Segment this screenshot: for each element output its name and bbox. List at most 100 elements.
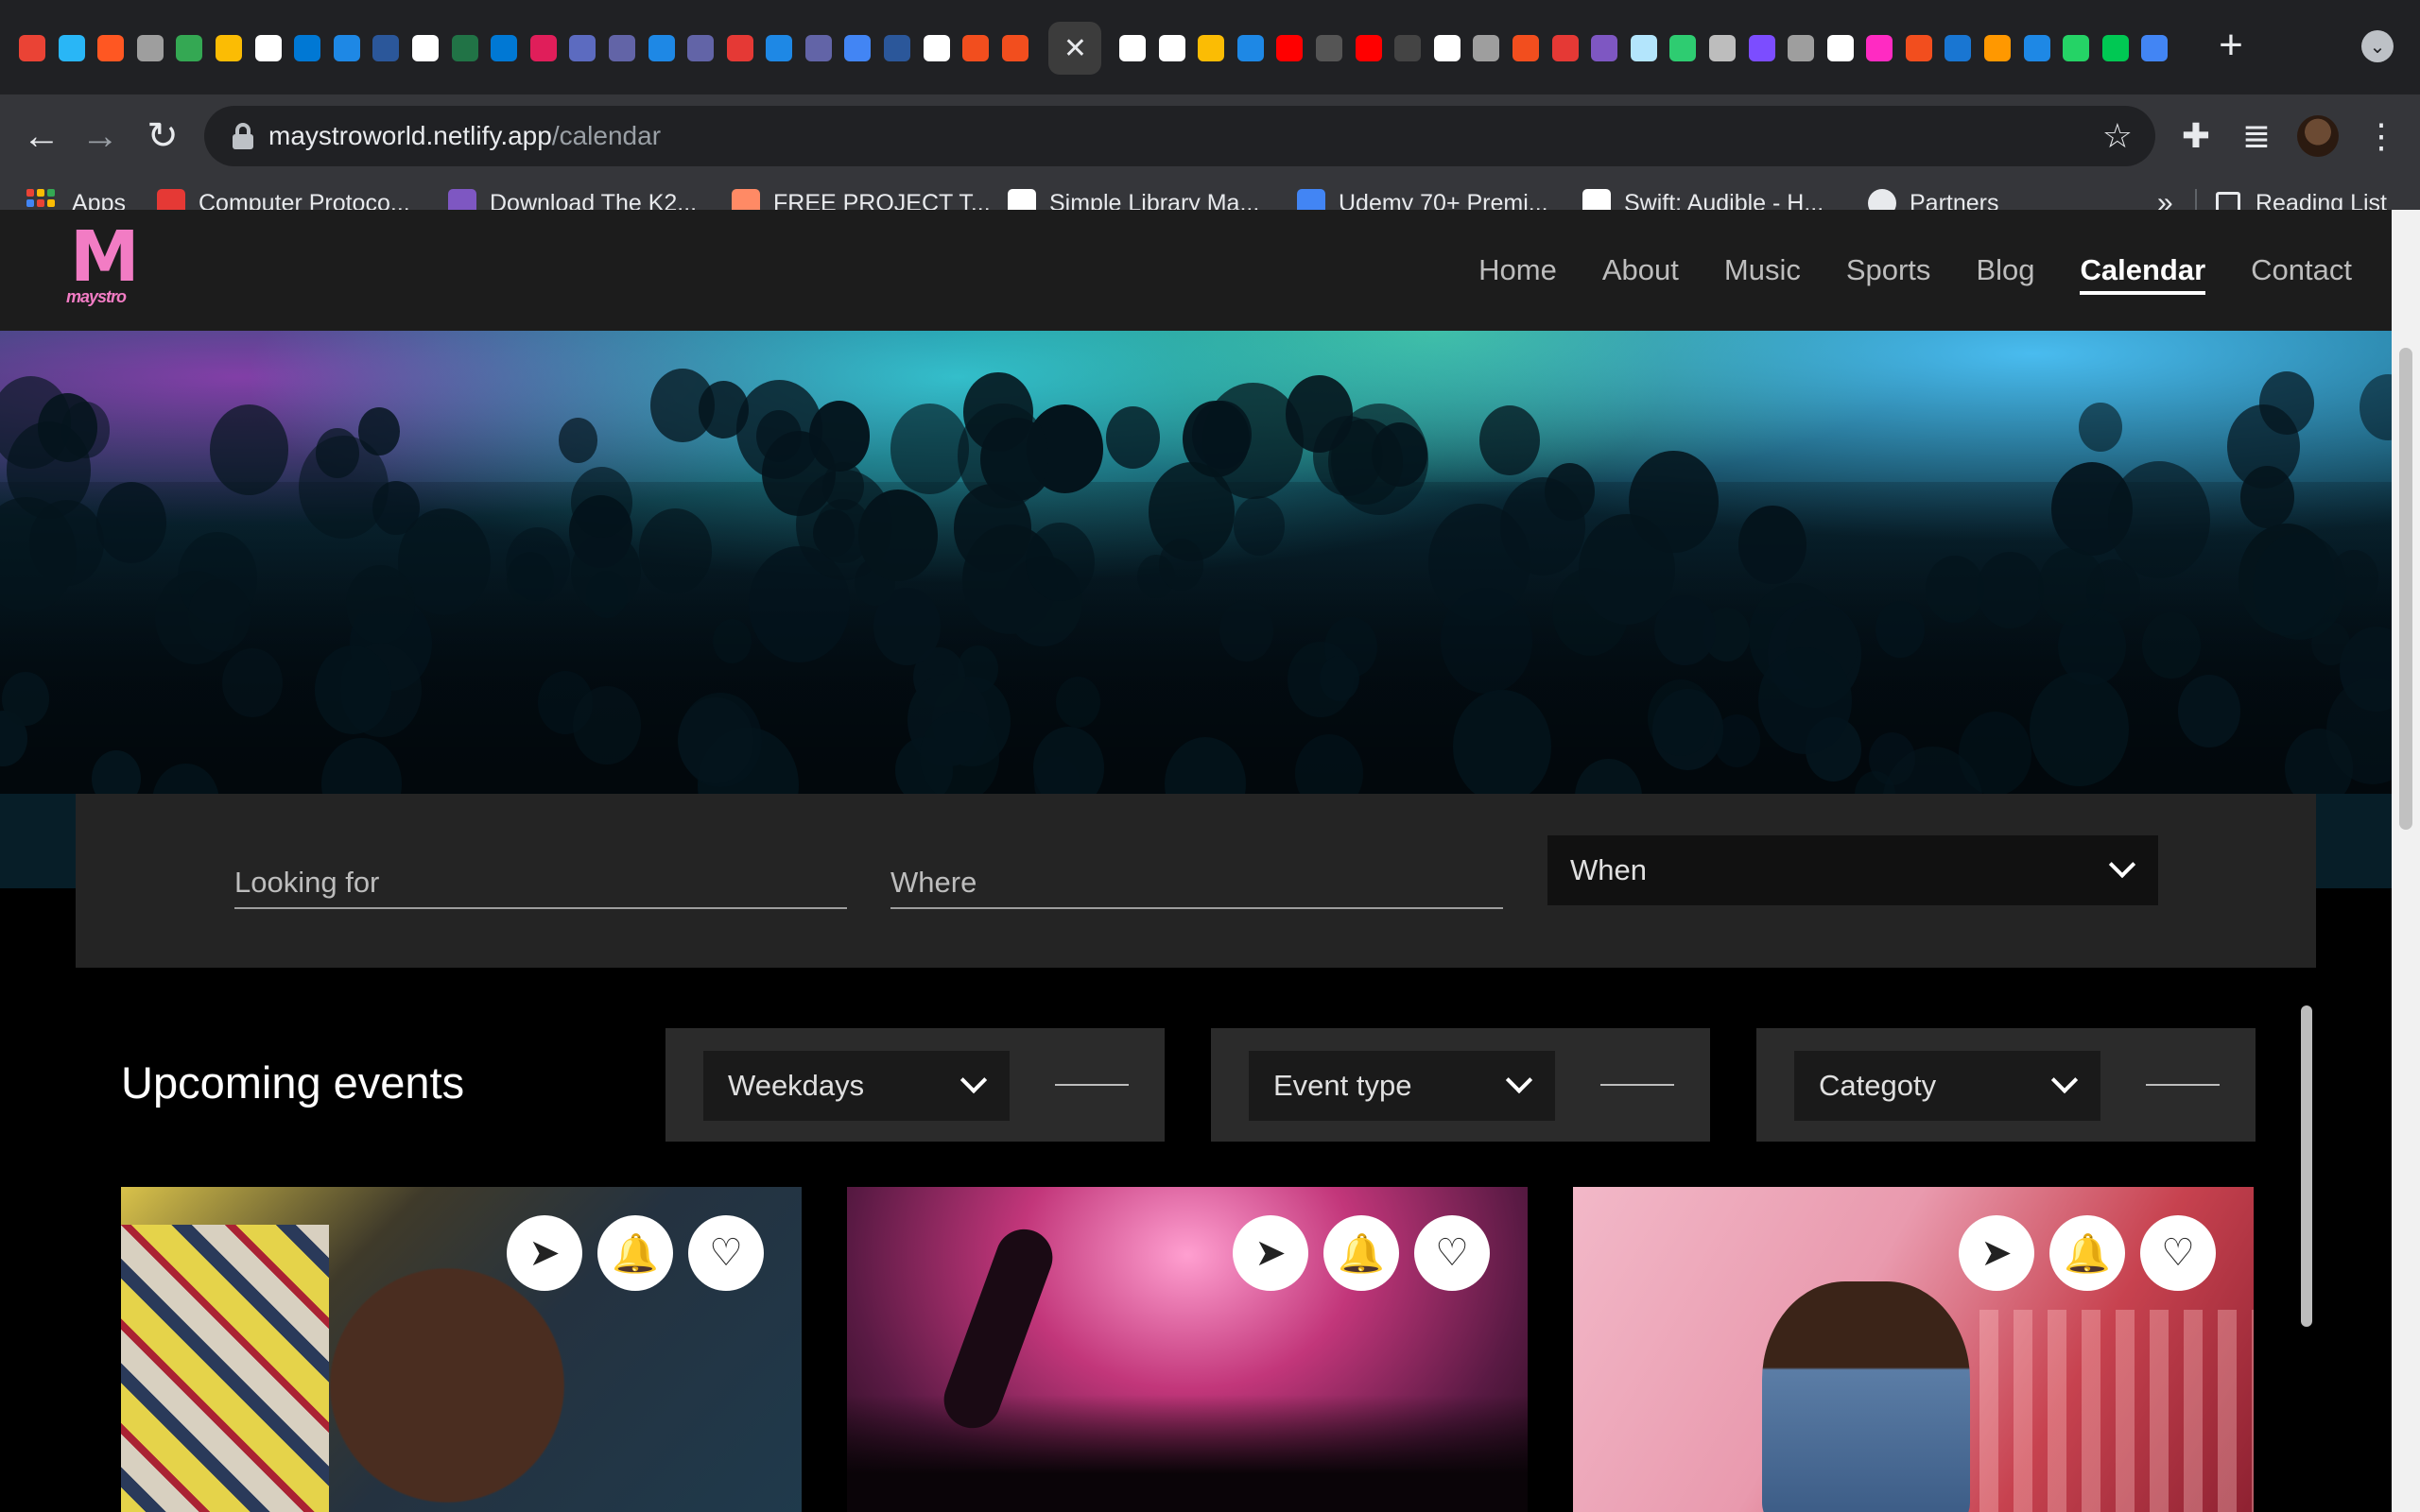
heart-icon[interactable]: ♡ xyxy=(2140,1215,2216,1291)
address-bar[interactable]: maystroworld.netlify.app/calendar ☆ xyxy=(204,106,2155,166)
tab-favicon-icon[interactable] xyxy=(2101,35,2129,61)
tab-favicon-icon[interactable] xyxy=(1119,35,1146,61)
nav-link-about[interactable]: About xyxy=(1602,253,1679,287)
looking-for-field[interactable] xyxy=(234,860,847,909)
tab-favicon-icon[interactable] xyxy=(333,35,360,61)
tab-favicon-icon[interactable] xyxy=(687,35,715,61)
tab-favicon-icon[interactable] xyxy=(569,35,596,61)
nav-link-calendar[interactable]: Calendar xyxy=(2080,253,2205,295)
url-text[interactable]: maystroworld.netlify.app/calendar xyxy=(268,106,661,166)
tab-favicon-icon[interactable] xyxy=(1158,35,1185,61)
tab-favicon-icon[interactable] xyxy=(2023,35,2050,61)
tab-favicon-icon[interactable] xyxy=(1473,35,1500,61)
tab-favicon-icon[interactable] xyxy=(1748,35,1775,61)
share-icon[interactable]: ➤ xyxy=(1959,1215,2034,1291)
tab-favicon-icon[interactable] xyxy=(58,35,85,61)
tab-favicon-icon[interactable] xyxy=(1708,35,1736,61)
inner-scrollbar[interactable] xyxy=(2301,1005,2312,1327)
event-type-select[interactable]: Event type xyxy=(1249,1051,1555,1121)
page-scrollbar[interactable] xyxy=(2392,210,2420,1512)
tab-favicon-icon[interactable] xyxy=(1905,35,1932,61)
tab-favicon-icon[interactable] xyxy=(1591,35,1618,61)
tab-favicon-icon[interactable] xyxy=(1826,35,1854,61)
tab-search-button[interactable]: ⌄ xyxy=(2361,30,2394,62)
bell-icon[interactable]: 🔔 xyxy=(1323,1215,1399,1291)
lock-icon[interactable] xyxy=(233,123,253,149)
tab-favicon-icon[interactable] xyxy=(766,35,793,61)
close-tab-icon[interactable]: ✕ xyxy=(1048,22,1102,75)
site-logo[interactable]: M maystro xyxy=(66,222,146,312)
crowd-silhouette xyxy=(314,645,392,735)
tab-favicon-icon[interactable] xyxy=(215,35,242,61)
share-icon[interactable]: ➤ xyxy=(1233,1215,1308,1291)
tab-favicon-icon[interactable] xyxy=(1551,35,1579,61)
category-select[interactable]: Categoty xyxy=(1794,1051,2100,1121)
heart-icon[interactable]: ♡ xyxy=(1414,1215,1490,1291)
tab-favicon-icon[interactable] xyxy=(136,35,164,61)
profile-avatar[interactable] xyxy=(2297,115,2339,157)
tab-favicon-icon[interactable] xyxy=(648,35,675,61)
looking-for-input[interactable] xyxy=(234,860,847,905)
back-button[interactable]: ← xyxy=(13,108,70,164)
extensions-puzzle-icon[interactable]: ✚ xyxy=(2172,106,2220,166)
tab-favicon-icon[interactable] xyxy=(2063,35,2090,61)
page-scrollbar-thumb[interactable] xyxy=(2399,348,2412,830)
tab-favicon-icon[interactable] xyxy=(1512,35,1539,61)
nav-link-sports[interactable]: Sports xyxy=(1846,253,1931,287)
tab-favicon-icon[interactable] xyxy=(1001,35,1028,61)
tab-favicon-icon[interactable] xyxy=(1433,35,1461,61)
event-card[interactable]: ➤ 🔔 ♡ xyxy=(121,1187,802,1512)
bell-icon[interactable]: 🔔 xyxy=(2049,1215,2125,1291)
tab-favicon-icon[interactable] xyxy=(1984,35,2012,61)
tab-favicon-icon[interactable] xyxy=(1866,35,1893,61)
bell-icon[interactable]: 🔔 xyxy=(597,1215,673,1291)
tab-favicon-icon[interactable] xyxy=(884,35,911,61)
tab-favicon-icon[interactable] xyxy=(1394,35,1422,61)
where-field[interactable] xyxy=(890,860,1503,909)
weekdays-select[interactable]: Weekdays xyxy=(703,1051,1010,1121)
browser-menu-icon[interactable]: ⋮ xyxy=(2358,106,2405,166)
forward-button[interactable]: → xyxy=(72,108,129,164)
tab-favicon-icon[interactable] xyxy=(254,35,282,61)
tab-favicon-icon[interactable] xyxy=(804,35,832,61)
pinned-tabs: ✕ xyxy=(19,22,1109,75)
tab-favicon-icon[interactable] xyxy=(1315,35,1342,61)
tab-favicon-icon[interactable] xyxy=(97,35,125,61)
tab-favicon-icon[interactable] xyxy=(1788,35,1815,61)
tab-favicon-icon[interactable] xyxy=(1630,35,1657,61)
tab-favicon-icon[interactable] xyxy=(1669,35,1697,61)
new-tab-button[interactable]: + xyxy=(2212,25,2250,66)
reload-button[interactable]: ↻ xyxy=(134,108,191,164)
tab-favicon-icon[interactable] xyxy=(1355,35,1382,61)
tab-favicon-icon[interactable] xyxy=(1236,35,1264,61)
nav-link-contact[interactable]: Contact xyxy=(2251,253,2352,287)
tab-favicon-icon[interactable] xyxy=(19,35,45,61)
event-card[interactable]: ➤ 🔔 ♡ xyxy=(847,1187,1528,1512)
tab-favicon-icon[interactable] xyxy=(962,35,990,61)
when-select[interactable]: When xyxy=(1547,835,2158,905)
media-control-icon[interactable]: ≣ xyxy=(2233,106,2280,166)
where-input[interactable] xyxy=(890,860,1503,905)
tab-favicon-icon[interactable] xyxy=(529,35,557,61)
tab-favicon-icon[interactable] xyxy=(491,35,518,61)
tab-favicon-icon[interactable] xyxy=(923,35,950,61)
tab-favicon-icon[interactable] xyxy=(1945,35,1972,61)
share-icon[interactable]: ➤ xyxy=(507,1215,582,1291)
nav-link-home[interactable]: Home xyxy=(1478,253,1557,287)
nav-link-blog[interactable]: Blog xyxy=(1976,253,2034,287)
tab-favicon-icon[interactable] xyxy=(726,35,753,61)
tab-favicon-icon[interactable] xyxy=(2141,35,2169,61)
bookmark-star-icon[interactable]: ☆ xyxy=(2102,106,2133,166)
tab-favicon-icon[interactable] xyxy=(608,35,635,61)
tab-favicon-icon[interactable] xyxy=(372,35,400,61)
event-card[interactable]: ➤ 🔔 ♡ xyxy=(1573,1187,2254,1512)
tab-favicon-icon[interactable] xyxy=(844,35,872,61)
tab-favicon-icon[interactable] xyxy=(1198,35,1225,61)
heart-icon[interactable]: ♡ xyxy=(688,1215,764,1291)
tab-favicon-icon[interactable] xyxy=(411,35,439,61)
tab-favicon-icon[interactable] xyxy=(294,35,321,61)
tab-favicon-icon[interactable] xyxy=(451,35,478,61)
nav-link-music[interactable]: Music xyxy=(1724,253,1801,287)
tab-favicon-icon[interactable] xyxy=(176,35,203,61)
tab-favicon-icon[interactable] xyxy=(1276,35,1304,61)
